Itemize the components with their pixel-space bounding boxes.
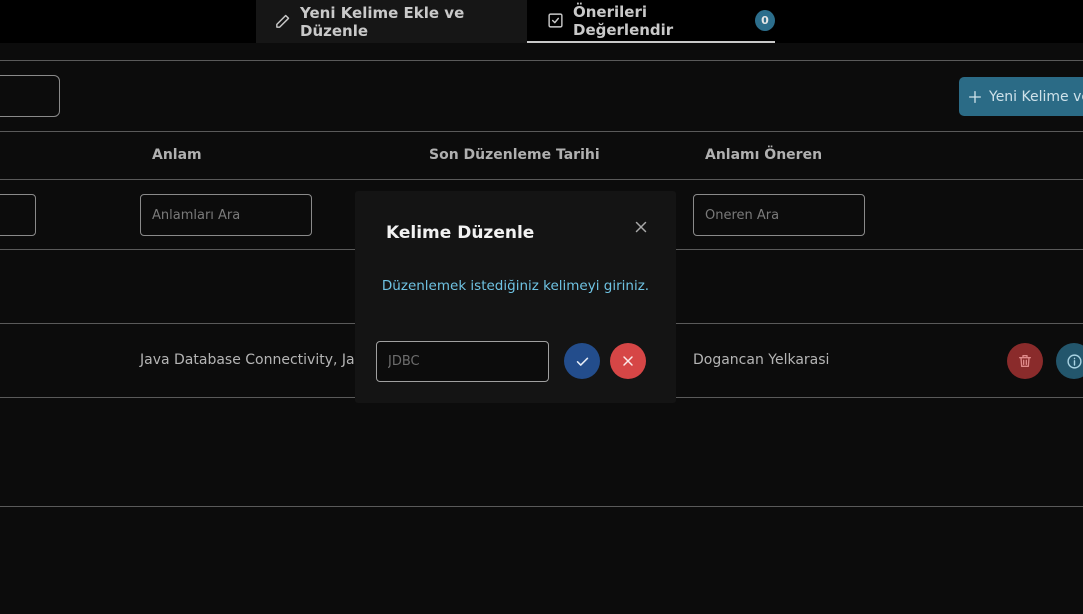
trash-icon bbox=[1019, 355, 1031, 367]
divider bbox=[0, 60, 1083, 61]
column-header-last-edit-date[interactable]: Son Düzenleme Tarihi bbox=[429, 147, 600, 163]
add-word-button[interactable]: Yeni Kelime ve bbox=[959, 77, 1083, 116]
pencil-icon bbox=[274, 13, 291, 30]
suggester-filter-input[interactable] bbox=[693, 194, 865, 236]
checkbox-icon bbox=[547, 12, 564, 29]
divider bbox=[0, 179, 1083, 180]
divider bbox=[0, 506, 1083, 507]
divider bbox=[0, 131, 1083, 132]
column-header-meaning[interactable]: Anlam bbox=[152, 147, 202, 163]
tab-add-edit-word[interactable]: Yeni Kelime Ekle ve Düzenle bbox=[256, 0, 527, 43]
word-filter-input[interactable] bbox=[0, 194, 36, 236]
meaning-filter-input[interactable] bbox=[140, 194, 312, 236]
delete-row-button[interactable] bbox=[1007, 343, 1043, 379]
tab-label: Önerileri Değerlendir bbox=[573, 2, 674, 39]
global-search-input[interactable] bbox=[0, 75, 60, 117]
info-row-button[interactable] bbox=[1056, 343, 1083, 379]
check-icon bbox=[576, 357, 588, 366]
suggestions-count-badge: 0 bbox=[754, 10, 775, 31]
cancel-button[interactable] bbox=[610, 343, 646, 379]
column-header-suggester[interactable]: Anlamı Öneren bbox=[705, 147, 822, 163]
top-tab-bar: Yeni Kelime Ekle ve Düzenle Önerileri De… bbox=[0, 0, 1083, 43]
dialog-title: Kelime Düzenle bbox=[386, 223, 535, 243]
info-icon bbox=[1066, 353, 1082, 369]
row-suggester-cell: Dogancan Yelkarasi bbox=[693, 352, 830, 368]
tab-evaluate-suggestions[interactable]: Önerileri Değerlendir 0 bbox=[527, 0, 775, 43]
dialog-message: Düzenlemek istediğiniz kelimeyi giriniz. bbox=[381, 278, 650, 294]
add-word-button-label: Yeni Kelime ve bbox=[989, 88, 1083, 105]
plus-icon bbox=[969, 90, 981, 103]
close-icon[interactable] bbox=[632, 218, 650, 236]
edit-word-dialog: Kelime Düzenle Düzenlemek istediğiniz ke… bbox=[355, 191, 676, 403]
tab-label: Yeni Kelime Ekle ve Düzenle bbox=[300, 3, 465, 40]
word-edit-input[interactable] bbox=[376, 341, 549, 382]
close-icon bbox=[623, 356, 633, 366]
confirm-button[interactable] bbox=[564, 343, 600, 379]
row-meaning-cell: Java Database Connectivity, Java bbox=[140, 352, 372, 368]
